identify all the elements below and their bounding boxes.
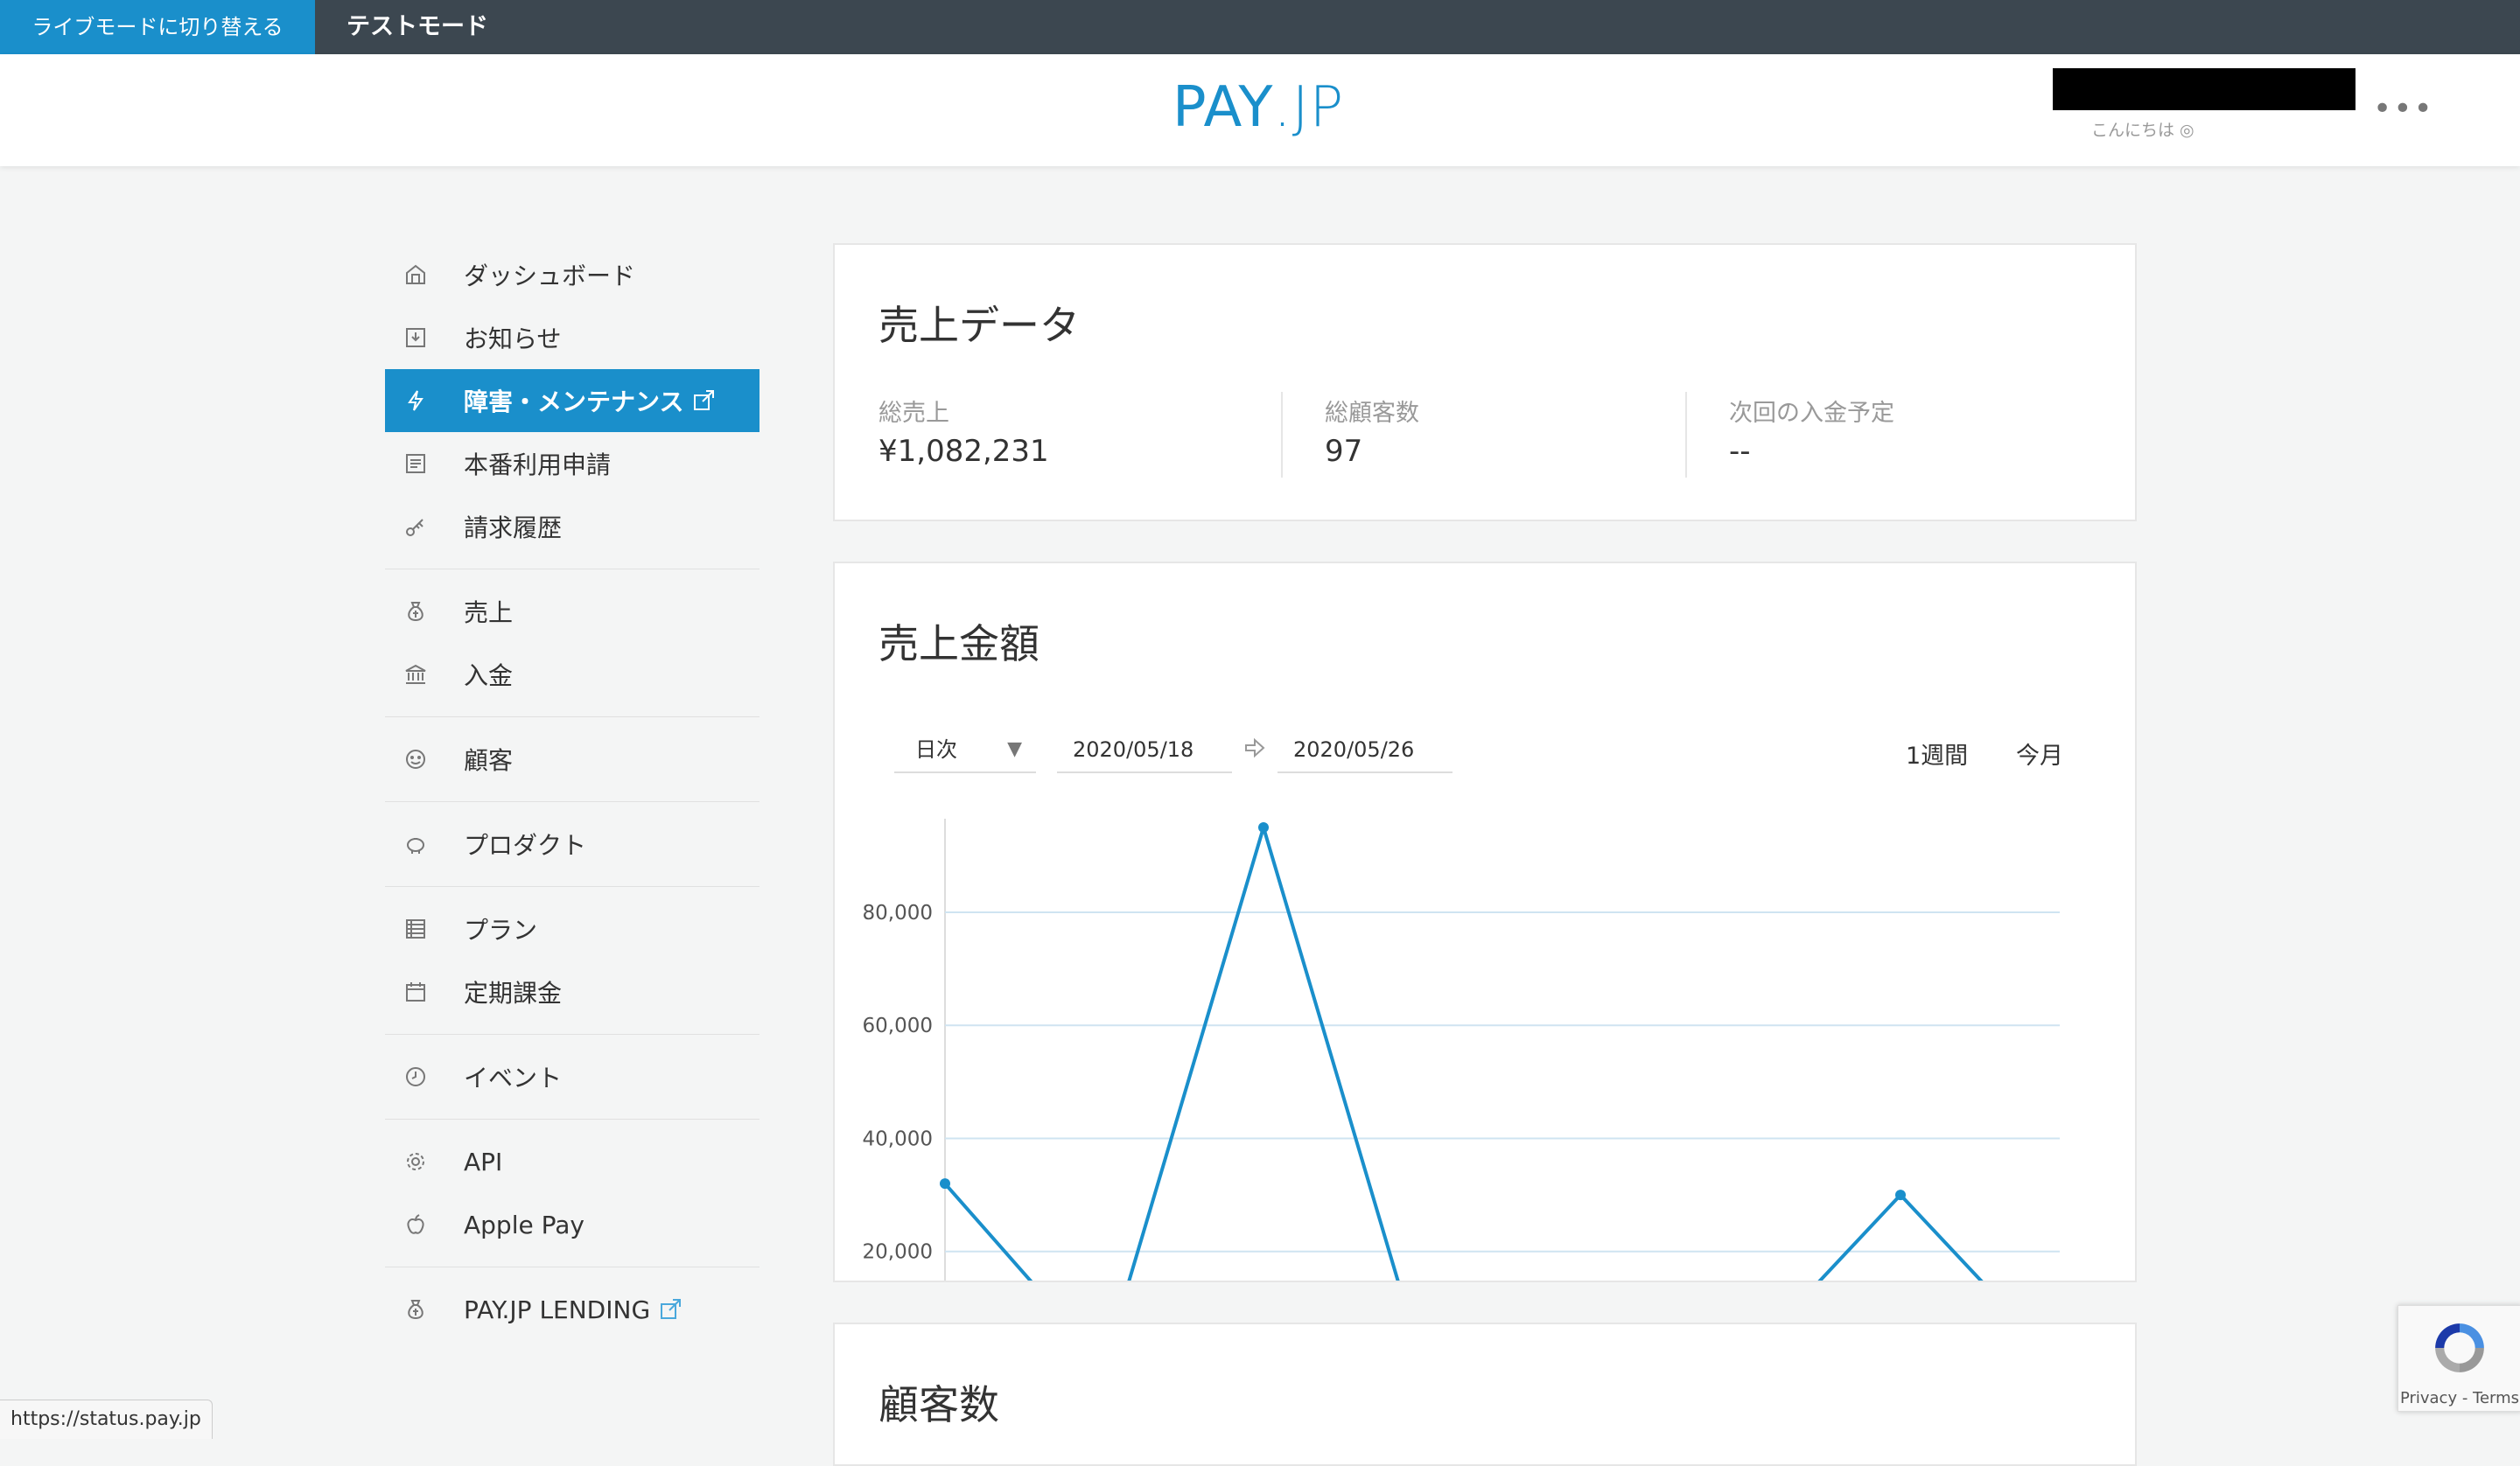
more-menu-icon[interactable]: ••• xyxy=(2373,91,2434,127)
sidebar-divider xyxy=(385,1034,760,1035)
data-point xyxy=(940,1178,950,1190)
status-bar-url: https://status.pay.jp xyxy=(0,1400,213,1439)
total-customers-label: 総顧客数 xyxy=(1325,400,1419,427)
sales-data-title: 売上データ xyxy=(878,302,1080,349)
top-bar: ライブモードに切り替える テストモード xyxy=(0,0,2520,54)
next-payout-value: -- xyxy=(1729,434,1751,469)
stat-divider xyxy=(1685,392,1687,478)
user-name-redacted[interactable] xyxy=(2053,68,2356,110)
sidebar-item-label: 入金 xyxy=(464,661,514,690)
apple-icon xyxy=(402,1211,429,1238)
sidebar-item-label: お知らせ xyxy=(464,325,562,353)
list-icon xyxy=(402,916,429,942)
sidebar-item-news[interactable]: お知らせ xyxy=(385,306,760,369)
customers-card-title: 顧客数 xyxy=(878,1381,999,1428)
sidebar-item-api[interactable]: API xyxy=(385,1130,760,1193)
sidebar-item-payouts[interactable]: 入金 xyxy=(385,643,760,706)
sidebar-item-billing-history[interactable]: 請求履歴 xyxy=(385,495,760,558)
piggy-bank-icon xyxy=(402,831,429,857)
lightning-icon xyxy=(402,387,429,414)
sidebar-item-subscriptions[interactable]: 定期課金 xyxy=(385,960,760,1023)
logo-main: PAY xyxy=(1172,75,1274,140)
sidebar-item-label: ダッシュボード xyxy=(464,262,636,290)
total-customers-value: 97 xyxy=(1325,434,1363,469)
recaptcha-text: Privacy - Terms xyxy=(2399,1389,2520,1407)
test-mode-label: テストモード xyxy=(346,13,488,40)
next-payout-label: 次回の入金予定 xyxy=(1729,400,1894,427)
recaptcha-icon xyxy=(2435,1323,2484,1372)
sales-amount-card: 売上金額 日次 ▼ 2020/05/18 2020/05/26 1週間 今月 0… xyxy=(833,562,2137,1282)
sidebar-divider xyxy=(385,716,760,717)
sidebar-item-label: 本番利用申請 xyxy=(464,450,612,479)
y-tick-label: 20,000 xyxy=(863,1241,933,1264)
y-tick-label: 40,000 xyxy=(863,1127,933,1150)
sidebar-item-plans[interactable]: プラン xyxy=(385,897,760,960)
payjp-logo[interactable]: PAY.JP xyxy=(1172,75,1344,140)
stat-divider xyxy=(1281,392,1283,478)
customers-card: 顧客数 xyxy=(833,1323,2137,1466)
y-tick-label: 60,000 xyxy=(863,1015,933,1037)
bank-icon xyxy=(402,661,429,688)
sales-amount-title: 売上金額 xyxy=(878,620,1040,667)
money-bag-icon xyxy=(402,598,429,625)
document-icon xyxy=(402,450,429,477)
sidebar-divider xyxy=(385,1119,760,1120)
sidebar-item-customers[interactable]: 顧客 xyxy=(385,728,760,791)
calendar-icon xyxy=(402,979,429,1005)
sidebar-item-sales[interactable]: 売上 xyxy=(385,580,760,643)
inbox-icon xyxy=(402,325,429,351)
sidebar-item-label: イベント xyxy=(464,1064,563,1093)
total-sales-label: 総売上 xyxy=(878,400,949,427)
sidebar-item-dashboard[interactable]: ダッシュボード xyxy=(385,243,760,306)
sales-line-chart: 020,00040,00060,00080,00005/1805/1905/20… xyxy=(863,819,2060,1281)
sidebar-nav: ダッシュボード お知らせ 障害・メンテナンス 本番利用申請 請求履歴 売上 入金… xyxy=(385,243,760,1341)
sidebar-item-events[interactable]: イベント xyxy=(385,1045,760,1108)
y-tick-label: 80,000 xyxy=(863,902,933,925)
data-point xyxy=(1258,822,1269,833)
switch-live-mode-button[interactable]: ライブモードに切り替える xyxy=(0,0,315,54)
smiley-icon xyxy=(402,746,429,772)
recaptcha-badge[interactable]: Privacy - Terms xyxy=(2398,1305,2520,1412)
dashboard-icon xyxy=(402,262,429,288)
sidebar-item-label: 定期課金 xyxy=(464,979,563,1008)
sidebar-divider xyxy=(385,801,760,802)
total-sales-value: ¥1,082,231 xyxy=(878,434,1049,469)
header: PAY.JP こんにちは ◎ ••• xyxy=(0,54,2520,166)
series-line xyxy=(943,826,1984,1281)
sidebar-item-incidents[interactable]: 障害・メンテナンス xyxy=(385,369,760,432)
sidebar-item-products[interactable]: プロダクト xyxy=(385,813,760,876)
sidebar-item-label: プロダクト xyxy=(464,831,587,860)
sidebar-item-payjp-lending[interactable]: PAY.JP LENDING xyxy=(385,1278,760,1341)
sidebar-item-label: 障害・メンテナンス xyxy=(464,387,684,416)
data-point xyxy=(1895,1190,1906,1201)
clock-icon xyxy=(402,1064,429,1090)
sidebar-item-label: Apple Pay xyxy=(464,1210,584,1239)
sidebar-item-label: 請求履歴 xyxy=(464,513,563,542)
sidebar-item-label: 顧客 xyxy=(464,746,514,775)
external-link-icon xyxy=(694,390,715,410)
sidebar-item-label: 売上 xyxy=(464,598,514,627)
sidebar-item-label: API xyxy=(464,1147,503,1176)
key-icon xyxy=(402,513,429,540)
money-bag-icon xyxy=(402,1296,429,1323)
sales-data-card: 売上データ 総売上 ¥1,082,231 総顧客数 97 次回の入金予定 -- xyxy=(833,243,2137,521)
logo-sub: .JP xyxy=(1273,75,1345,140)
gear-icon xyxy=(402,1148,429,1175)
sidebar-item-label: プラン xyxy=(464,916,538,945)
sidebar-item-production-application[interactable]: 本番利用申請 xyxy=(385,432,760,495)
sidebar-item-apple-pay[interactable]: Apple Pay xyxy=(385,1193,760,1256)
greeting-text: こんにちは ◎ xyxy=(2091,121,2194,140)
sidebar-divider xyxy=(385,886,760,887)
external-link-icon xyxy=(661,1299,682,1319)
sidebar-item-label: PAY.JP LENDING xyxy=(464,1295,651,1324)
